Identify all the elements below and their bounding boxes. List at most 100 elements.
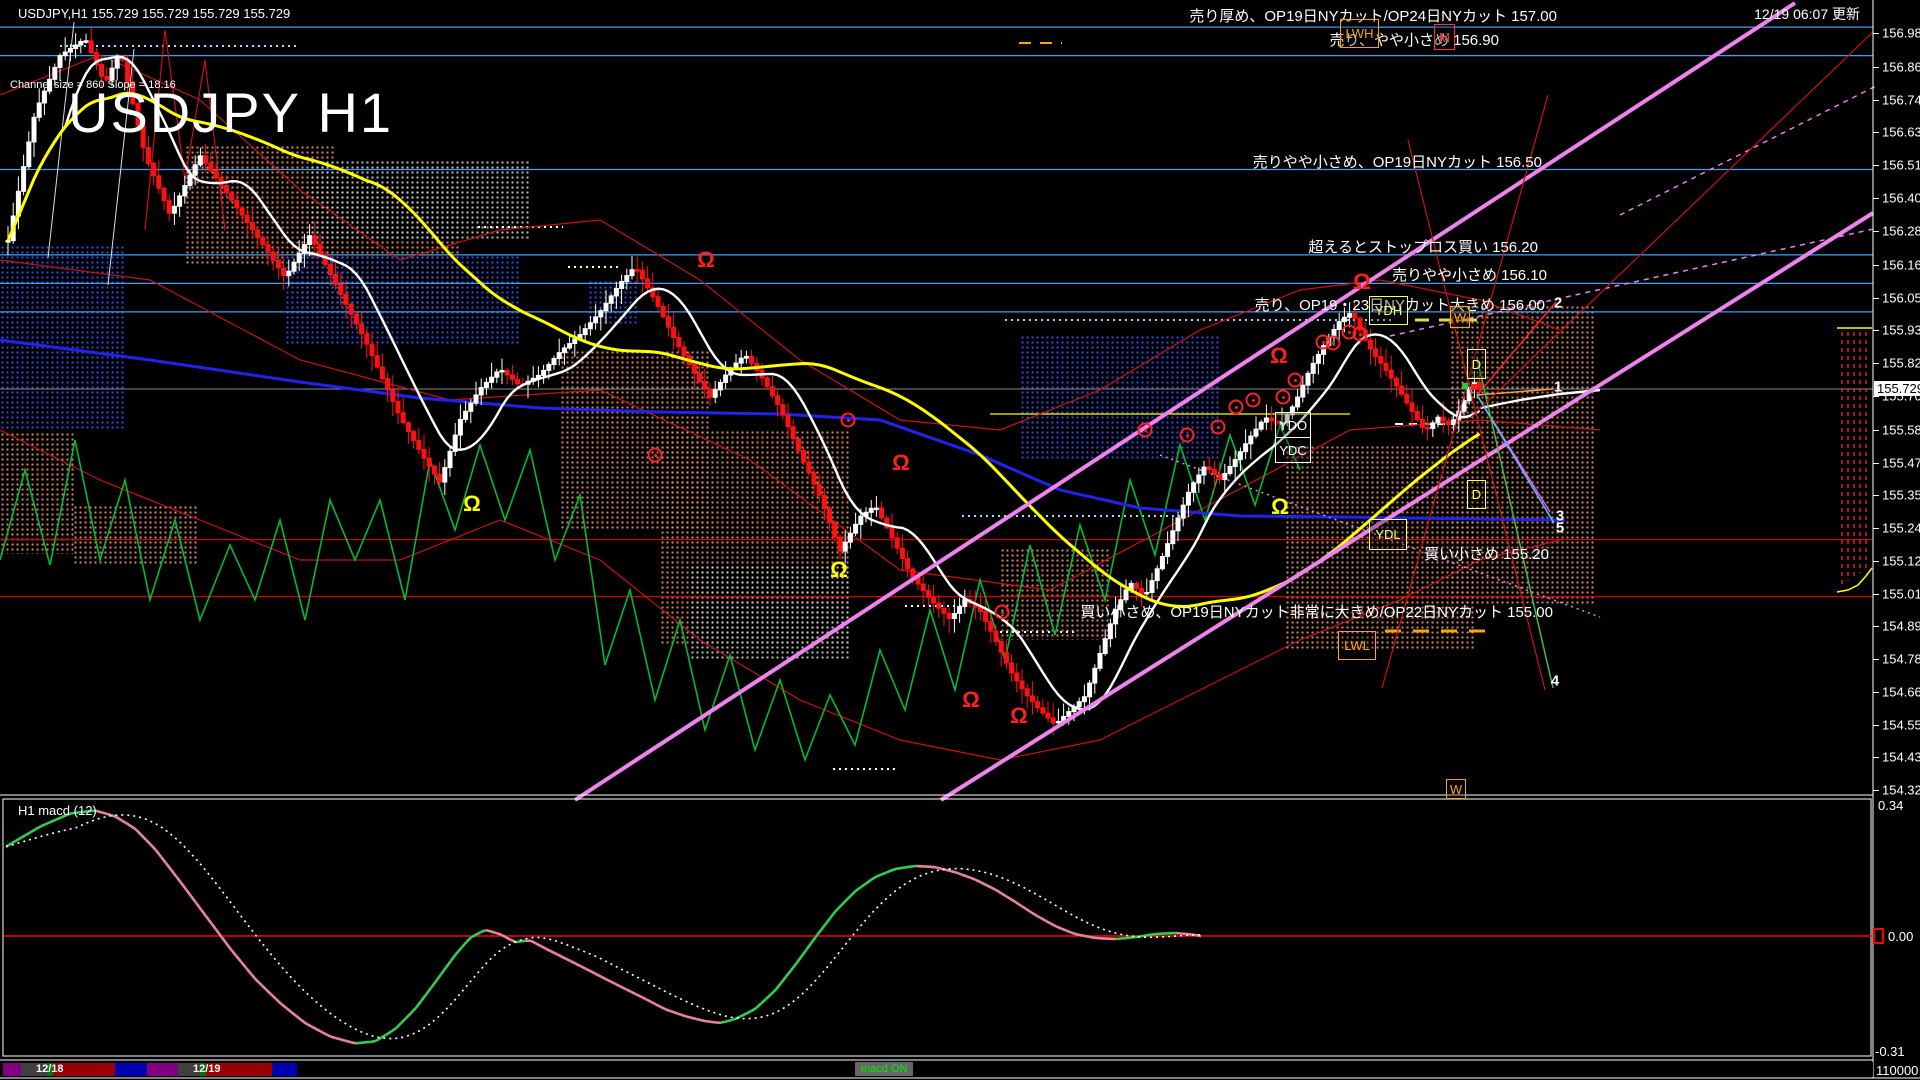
macd-main-line [886,871,891,873]
candle-body [1436,417,1440,423]
macd-main-line [321,1032,326,1035]
candle-body [890,528,894,538]
candle-body [79,41,83,45]
candle-body [1134,583,1138,588]
macd-main-line [666,1009,671,1011]
macd-main-line [376,1038,381,1041]
candle-body [354,314,358,324]
candle-body [1212,470,1216,475]
macd-main-line [36,826,41,829]
candle-body [1301,385,1305,397]
candle-body [807,462,811,473]
candle-body [152,163,156,175]
candle-body [245,215,249,222]
macd-main-line [136,830,141,835]
candle-body [178,196,182,206]
footer-value: 110000 [1876,1063,1918,1078]
macd-main-line [821,924,826,931]
candle-body [573,339,577,343]
candle-body [1051,718,1055,723]
macd-main-line [901,867,906,868]
candle-body [42,91,46,103]
candle-body [630,270,634,276]
candle-body [698,373,702,381]
candle-body [318,244,322,254]
candle-body [677,338,681,347]
candle-body [609,296,613,303]
macd-main-line [441,968,446,975]
macd-main-line [231,950,236,956]
macd-main-line [561,956,566,959]
candle-body [1337,322,1341,330]
macd-main-line [596,974,601,977]
candle-body [1264,418,1268,422]
candle-body [588,323,592,329]
candle-body [1384,363,1388,370]
macd-main-line [491,932,496,933]
candle-body [308,236,312,245]
candle-body [349,304,353,314]
candle-body [204,156,208,163]
macd-main-line [421,995,426,1002]
candle-body [952,613,956,618]
macd-main-line [556,954,561,957]
candle-body [365,334,369,344]
main-chart-canvas[interactable] [0,0,1920,1080]
macd-main-line [476,932,481,935]
candle-body [900,548,904,558]
macd-main-line [331,1037,336,1038]
macd-main-line [986,885,991,888]
macd-main-line [326,1034,331,1036]
candle-body [380,367,384,378]
candle-body [1296,397,1300,407]
macd-main-line [761,999,766,1004]
candle-body [188,175,192,185]
candle-body [474,395,478,403]
candle-body [209,163,213,170]
macd-main-line [1091,937,1096,938]
macd-main-line [806,943,811,950]
candle-body [921,584,925,591]
candle-body [1446,421,1450,425]
macd-main-line [881,873,886,875]
macd-main-line [961,874,966,876]
macd-axis-bottom: -0.31 [1875,1044,1905,1059]
macd-main-line [111,815,116,817]
macd-toggle-button[interactable]: macd ON [855,1062,913,1076]
macd-main-line [566,959,571,962]
candle-body [484,382,488,387]
macd-main-line [106,814,111,815]
candle-body [1275,421,1279,424]
macd-main-line [406,1013,411,1018]
macd-main-line [276,999,281,1004]
candle-body [583,329,587,335]
date-label: 12/19 [193,1063,221,1075]
candle-body [100,64,104,76]
candle-body [547,364,551,370]
candle-body [854,524,858,533]
macd-main-line [426,988,431,995]
fan-cross-red [1408,140,1545,690]
candle-body [1478,383,1482,389]
candle-body [542,370,546,375]
macd-main-line [1086,936,1091,937]
macd-axis-zero: 0.00 [1888,929,1913,944]
macd-main-line [711,1022,716,1023]
candle-body [947,613,951,618]
candle-body [1358,318,1362,330]
macd-main-line [731,1019,736,1021]
candle-body [250,222,254,229]
candle-body [1098,653,1102,668]
candle-body [490,377,494,382]
macd-signal-line [6,815,1201,1039]
macd-main-line [646,999,651,1002]
macd-main-line [211,923,216,930]
candle-body [765,378,769,387]
candle-body [843,542,847,551]
macd-main-line [386,1032,391,1035]
macd-main-line [51,820,56,822]
candle-body [297,253,301,262]
macd-main-line [351,1042,356,1043]
macd-main-line [751,1008,756,1011]
candle-body [344,294,348,304]
